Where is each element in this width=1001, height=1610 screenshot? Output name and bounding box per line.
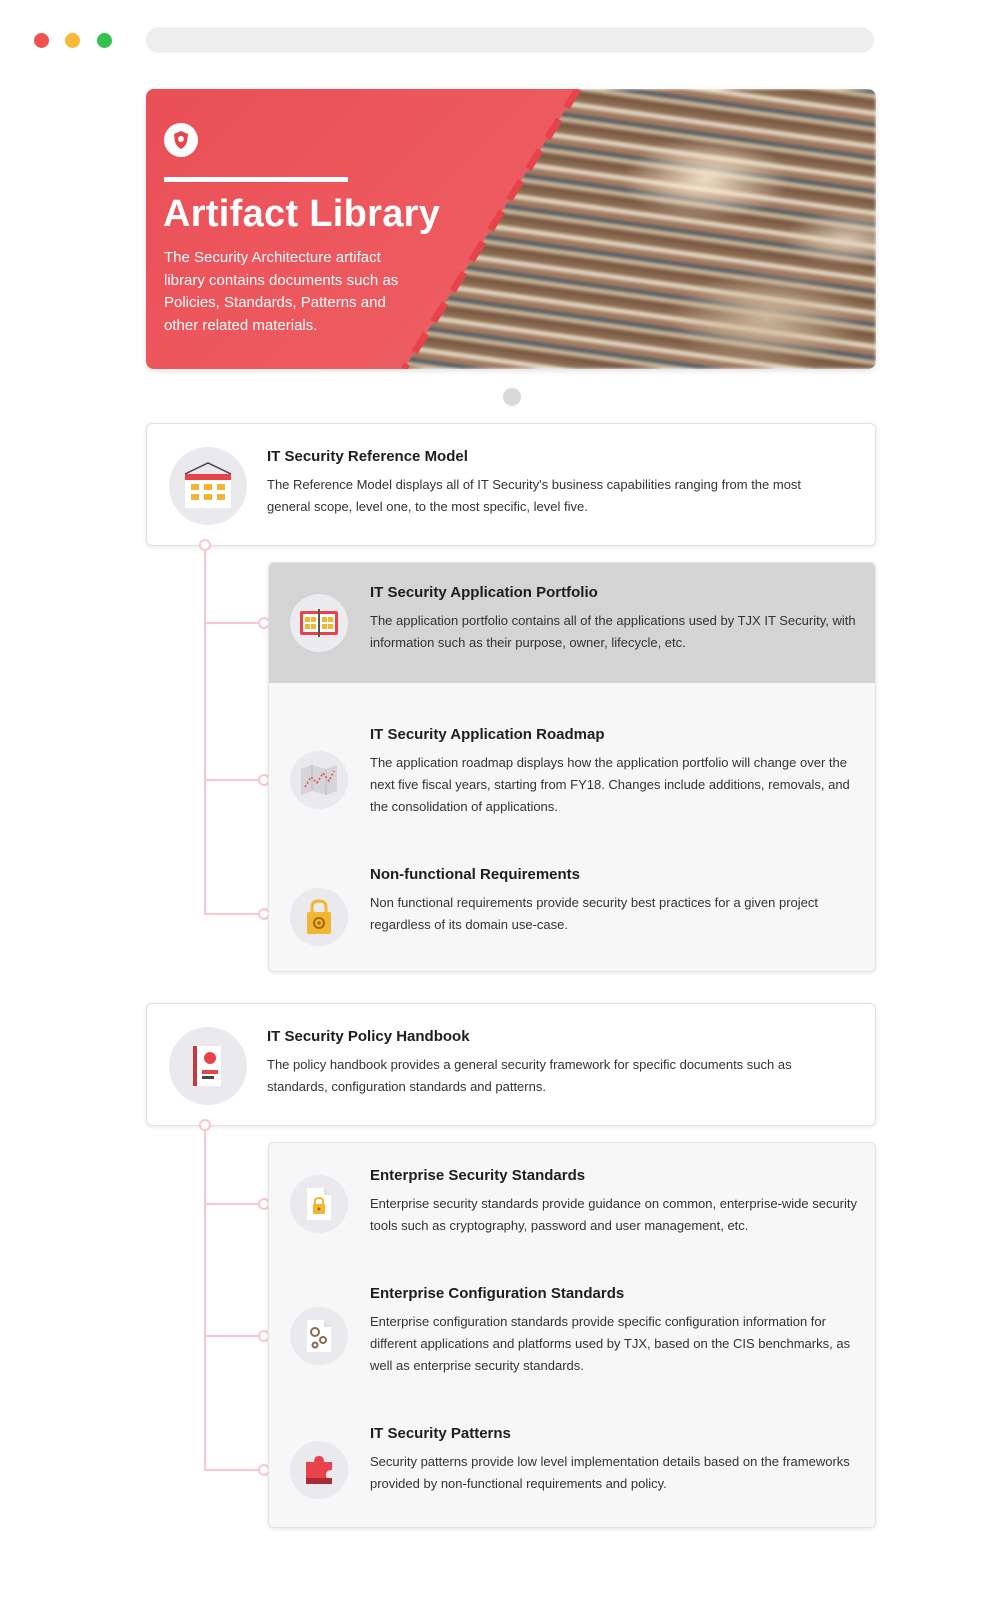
minimize-window-button[interactable] [65,33,80,48]
hero-banner: Artifact Library The Security Architectu… [146,89,876,369]
portfolio-book-icon [290,594,348,652]
item-title: Enterprise Configuration Standards [370,1285,625,1302]
window-chrome [0,0,1001,80]
close-window-button[interactable] [34,33,49,48]
maximize-window-button[interactable] [97,33,112,48]
shield-logo-icon [164,123,198,157]
sub-items-panel-reference-model: IT Security Application Portfolio The ap… [268,562,876,972]
item-description: The application roadmap displays how the… [370,755,850,814]
hero-description: The Security Architecture artifact libra… [164,249,399,334]
connector-branch [204,779,262,781]
list-item-enterprise-security-standards[interactable]: Enterprise Security Standards Enterprise… [269,1143,875,1265]
connector-branch [204,1203,262,1205]
list-item-application-roadmap[interactable]: IT Security Application Roadmap The appl… [269,683,875,833]
item-title: IT Security Application Portfolio [370,584,598,601]
connector-branch [204,1469,262,1471]
building-grid-icon [169,447,247,525]
list-item-application-portfolio[interactable]: IT Security Application Portfolio The ap… [269,563,875,683]
item-description: Security patterns provide low level impl… [370,1454,850,1491]
document-lock-icon [290,1175,348,1233]
item-description: Enterprise security standards provide gu… [370,1196,858,1233]
handbook-icon [169,1027,247,1105]
list-item-non-functional-requirements[interactable]: Non-functional Requirements Non function… [269,833,875,971]
sub-items-panel-policy-handbook: Enterprise Security Standards Enterprise… [268,1142,876,1528]
item-description: The application portfolio contains all o… [370,613,856,650]
address-bar[interactable] [146,27,874,53]
item-description: Enterprise configuration standards provi… [370,1314,851,1373]
hero-rule [164,177,348,182]
connector-line [204,549,206,915]
carousel-dot[interactable] [503,388,521,406]
item-title: Non-functional Requirements [370,866,581,883]
lock-gear-icon [290,888,348,946]
puzzle-piece-icon [290,1441,348,1499]
connector-line [204,1129,206,1471]
connector-branch [204,913,262,915]
page-title: Artifact Library [163,193,441,235]
section-description: The policy handbook provides a general s… [267,1057,792,1094]
roadmap-map-icon [290,751,348,809]
connector-branch [204,622,262,624]
document-gears-icon [290,1307,348,1365]
section-title: IT Security Policy Handbook [267,1028,470,1045]
section-description: The Reference Model displays all of IT S… [267,477,802,514]
section-card-reference-model[interactable]: IT Security Reference Model The Referenc… [146,423,876,546]
item-title: Enterprise Security Standards [370,1167,586,1184]
list-item-enterprise-configuration-standards[interactable]: Enterprise Configuration Standards Enter… [269,1265,875,1407]
section-card-policy-handbook[interactable]: IT Security Policy Handbook The policy h… [146,1003,876,1126]
item-description: Non functional requirements provide secu… [370,895,818,932]
section-title: IT Security Reference Model [267,448,468,465]
connector-branch [204,1335,262,1337]
item-title: IT Security Application Roadmap [370,726,605,743]
item-title: IT Security Patterns [370,1425,511,1442]
list-item-it-security-patterns[interactable]: IT Security Patterns Security patterns p… [269,1407,875,1527]
